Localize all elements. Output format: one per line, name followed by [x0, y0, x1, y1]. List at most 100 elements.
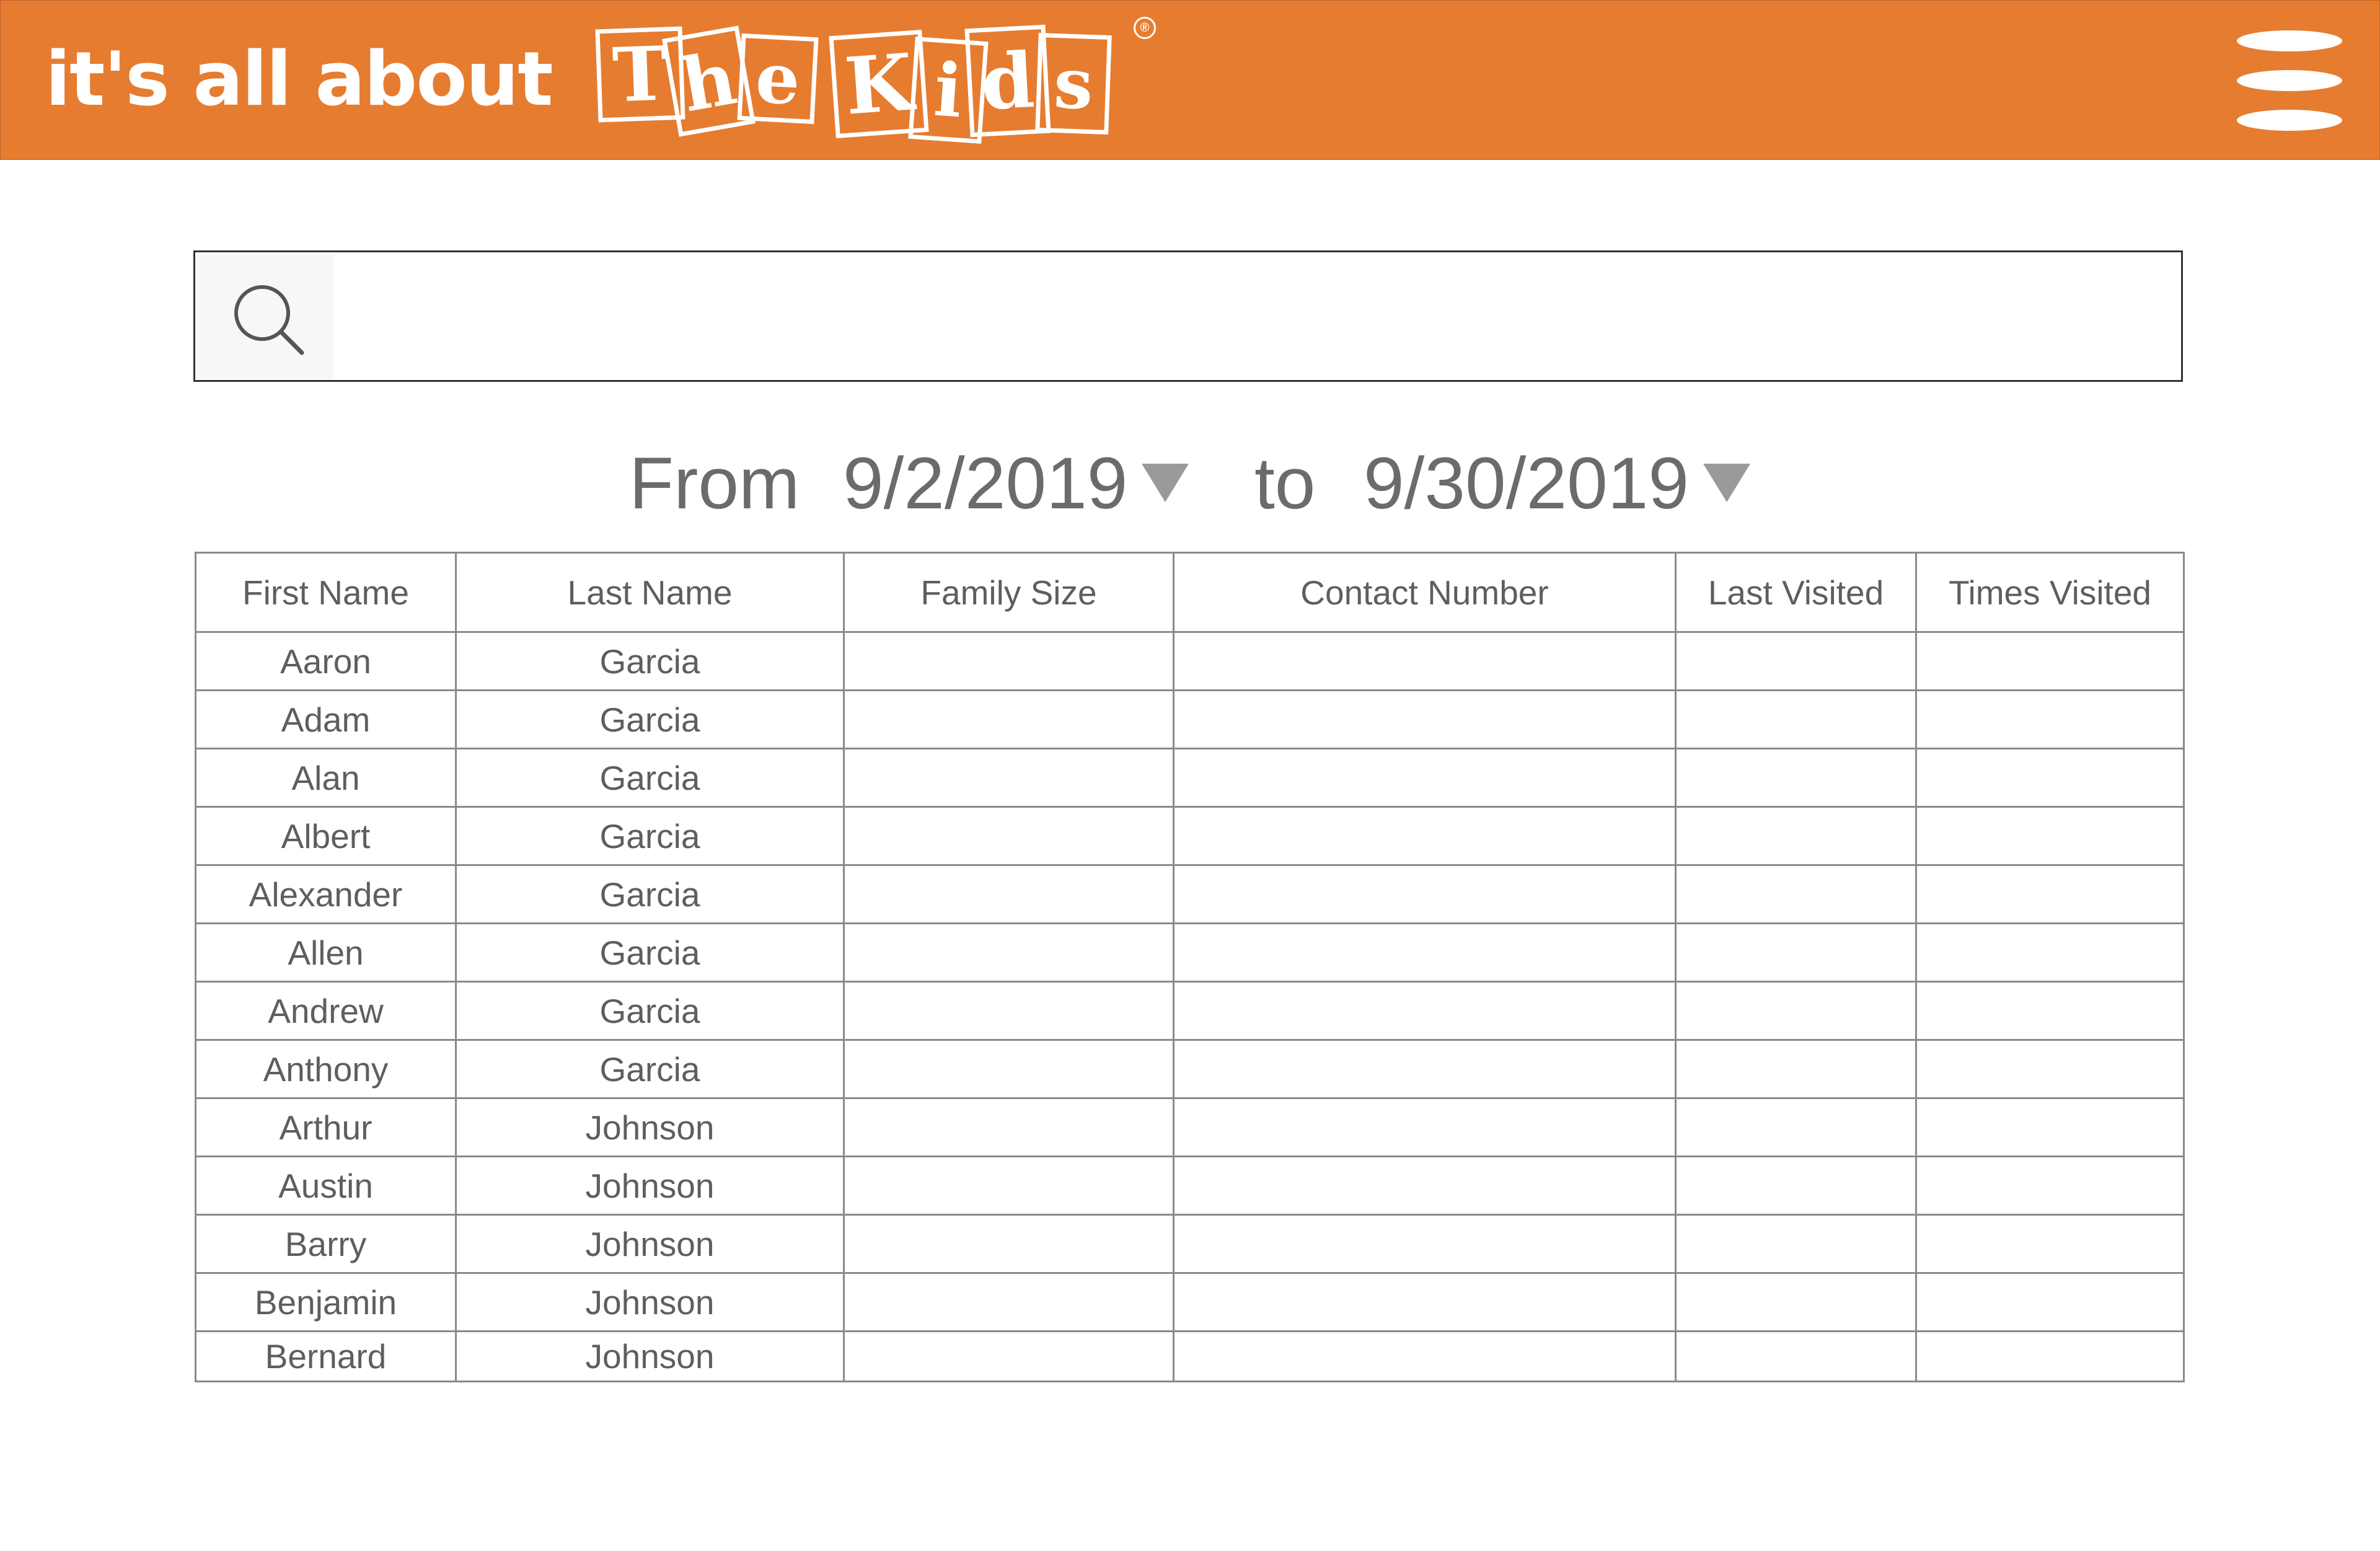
table-cell: Arthur [195, 1097, 457, 1157]
table-cell [1675, 1039, 1917, 1099]
table-cell: Garcia [455, 981, 845, 1041]
table-cell [1675, 1214, 1917, 1274]
table-row[interactable]: Austin Johnson [195, 1156, 2185, 1216]
column-header-last-name[interactable]: Last Name [455, 552, 845, 633]
logo-tile-e: e [737, 33, 819, 125]
table-cell: Johnson [455, 1272, 845, 1332]
logo-tagline: it's all about [45, 37, 553, 123]
table-cell [843, 689, 1175, 749]
table-cell [1173, 1330, 1677, 1382]
table-cell: Garcia [455, 806, 845, 866]
table-cell [1915, 922, 2185, 983]
date-from-select[interactable]: 9/2/2019 [843, 441, 1127, 526]
table-cell: Aaron [195, 631, 457, 691]
hamburger-menu-icon[interactable] [2231, 25, 2342, 137]
table-cell [843, 1330, 1175, 1382]
table-cell [843, 631, 1175, 691]
table-row[interactable]: Aaron Garcia [195, 631, 2185, 691]
date-to-select[interactable]: 9/30/2019 [1364, 441, 1689, 526]
table-cell [1173, 1272, 1677, 1332]
table-cell: Barry [195, 1214, 457, 1274]
table-cell: Garcia [455, 1039, 845, 1099]
table-cell: Garcia [455, 864, 845, 924]
table-row[interactable]: Benjamin Johnson [195, 1272, 2185, 1332]
table-cell: Garcia [455, 748, 845, 808]
table-cell [843, 748, 1175, 808]
table-cell [1915, 631, 2185, 691]
table-row[interactable]: Barry Johnson [195, 1214, 2185, 1274]
table-cell [1675, 806, 1917, 866]
logo[interactable]: it's all about T h e K i d s ® [45, 14, 1173, 144]
table-cell: Bernard [195, 1330, 457, 1382]
table-cell [1675, 1330, 1917, 1382]
table-cell [843, 981, 1175, 1041]
search-input[interactable] [344, 265, 2169, 370]
table-cell: Garcia [455, 922, 845, 983]
table-cell [1173, 1039, 1677, 1099]
table-cell [843, 1097, 1175, 1157]
table-cell: Anthony [195, 1039, 457, 1099]
menu-line [2237, 110, 2342, 131]
table-cell [1173, 748, 1677, 808]
registered-mark: ® [1134, 17, 1156, 39]
table-row[interactable]: Bernard Johnson [195, 1330, 2185, 1382]
table-cell: Albert [195, 806, 457, 866]
table-cell: Andrew [195, 981, 457, 1041]
table-cell: Austin [195, 1156, 457, 1216]
table-cell [1675, 1272, 1917, 1332]
table-cell: Johnson [455, 1214, 845, 1274]
menu-line [2237, 70, 2342, 91]
table-row[interactable]: Anthony Garcia [195, 1039, 2185, 1099]
table-row[interactable]: Andrew Garcia [195, 981, 2185, 1041]
table-cell [1915, 1214, 2185, 1274]
table-cell [1915, 689, 2185, 749]
table-cell [1173, 1156, 1677, 1216]
table-row[interactable]: Arthur Johnson [195, 1097, 2185, 1157]
table-cell [1173, 922, 1677, 983]
table-cell [1675, 689, 1917, 749]
table-cell: Alexander [195, 864, 457, 924]
table-cell: Benjamin [195, 1272, 457, 1332]
column-header-last-visited[interactable]: Last Visited [1675, 552, 1917, 633]
table-cell [1915, 806, 2185, 866]
table-cell [1915, 981, 2185, 1041]
logo-brand-tiles: T h e K i d s [595, 14, 1192, 144]
header-bar: it's all about T h e K i d s ® [0, 0, 2380, 160]
column-header-contact-number[interactable]: Contact Number [1173, 552, 1677, 633]
table-cell [1675, 864, 1917, 924]
logo-tile-s: s [1035, 32, 1112, 135]
date-range: From 9/2/2019 to 9/30/2019 [0, 434, 2380, 533]
table-cell: Garcia [455, 631, 845, 691]
triangle-down-icon[interactable] [1142, 464, 1189, 502]
column-header-first-name[interactable]: First Name [195, 552, 457, 633]
table-row[interactable]: Adam Garcia [195, 689, 2185, 749]
page: it's all about T h e K i d s ® From 9/2/… [0, 0, 2380, 1551]
table-cell [1173, 864, 1677, 924]
table-cell: Johnson [455, 1097, 845, 1157]
table-cell [843, 806, 1175, 866]
table-cell: Johnson [455, 1330, 845, 1382]
table-row[interactable]: Alexander Garcia [195, 864, 2185, 924]
search-icon[interactable] [198, 255, 334, 379]
table-cell [1173, 1097, 1677, 1157]
table-row[interactable]: Alan Garcia [195, 748, 2185, 808]
table-header-row: First Name Last Name Family Size Contact… [195, 552, 2185, 633]
table-cell: Alan [195, 748, 457, 808]
table-cell [843, 1214, 1175, 1274]
table-cell [1173, 981, 1677, 1041]
table-cell [843, 1272, 1175, 1332]
date-from-label: From [629, 443, 800, 524]
table-cell [1675, 631, 1917, 691]
triangle-down-icon[interactable] [1703, 464, 1750, 502]
table-row[interactable]: Albert Garcia [195, 806, 2185, 866]
search-bar[interactable] [193, 250, 2183, 382]
table-cell [1173, 689, 1677, 749]
column-header-family-size[interactable]: Family Size [843, 552, 1175, 633]
table-cell [843, 922, 1175, 983]
table-cell [1915, 1039, 2185, 1099]
table-cell: Garcia [455, 689, 845, 749]
table-cell [1173, 1214, 1677, 1274]
column-header-times-visited[interactable]: Times Visited [1915, 552, 2185, 633]
table-cell [1173, 631, 1677, 691]
table-row[interactable]: Allen Garcia [195, 922, 2185, 983]
